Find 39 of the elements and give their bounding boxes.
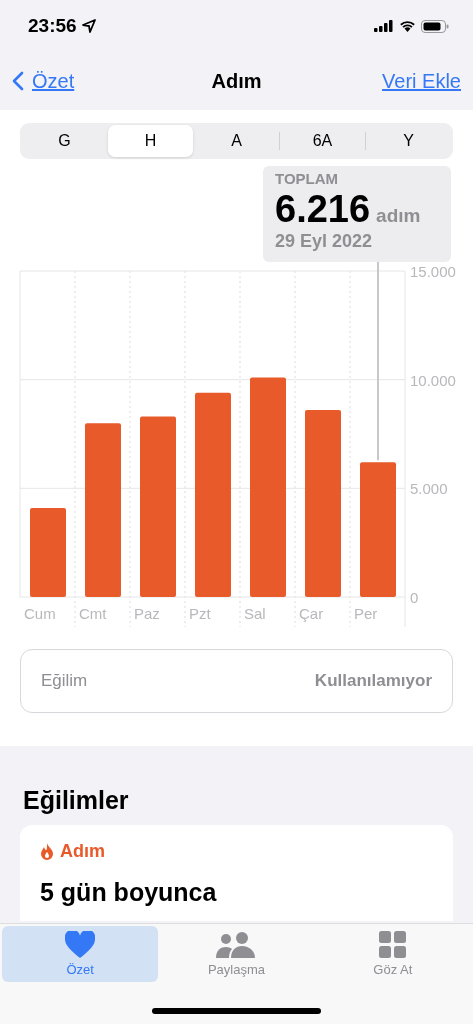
wifi-icon bbox=[399, 20, 416, 32]
y-axis-label: 10.000 bbox=[410, 371, 456, 389]
location-arrow-icon bbox=[81, 19, 96, 33]
x-axis-label: Çar bbox=[299, 605, 324, 622]
flame-icon bbox=[40, 843, 54, 860]
summary-value: 6.216 bbox=[275, 187, 371, 231]
range-tab[interactable]: 6A bbox=[280, 125, 365, 157]
section-heading: Eğilimler bbox=[23, 786, 130, 815]
battery-icon bbox=[421, 19, 449, 33]
x-axis-label: Sal bbox=[244, 605, 266, 622]
x-axis-label: Cmt bbox=[79, 605, 107, 622]
heart-icon bbox=[65, 931, 96, 958]
range-tab[interactable]: G bbox=[22, 125, 107, 157]
signal-icon bbox=[374, 20, 394, 32]
summary-label: TOPLAM bbox=[275, 170, 340, 187]
trend-label: Eğilim bbox=[41, 671, 88, 691]
people-icon bbox=[216, 931, 257, 958]
x-axis-label: Cum bbox=[24, 605, 56, 622]
y-axis-label: 0 bbox=[410, 589, 419, 606]
grid-icon bbox=[379, 931, 407, 958]
range-tab[interactable]: H bbox=[108, 125, 193, 157]
summary-unit: adım bbox=[376, 205, 421, 227]
page-title: Adım bbox=[211, 69, 262, 93]
chevron-left-icon bbox=[12, 71, 24, 91]
x-axis-label: Pzt bbox=[189, 605, 211, 622]
trend-card[interactable]: Adım 5 gün boyunca bbox=[20, 825, 453, 921]
card-category: Adım bbox=[60, 841, 105, 862]
y-axis-label: 5.000 bbox=[410, 480, 448, 498]
trend-value: Kullanılamıyor bbox=[314, 671, 432, 691]
add-data-link[interactable]: Veri Ekle bbox=[382, 69, 461, 93]
status-time: 23:56 bbox=[28, 15, 77, 37]
card-title: 5 gün boyunca bbox=[40, 878, 218, 907]
range-tab[interactable]: Y bbox=[366, 125, 451, 157]
x-axis-label: Paz bbox=[134, 605, 160, 622]
y-axis-label: 15.000 bbox=[410, 263, 456, 280]
summary-date: 29 Eyl 2022 bbox=[275, 231, 374, 252]
x-axis-label: Per bbox=[354, 605, 378, 622]
back-link[interactable]: Özet bbox=[12, 69, 75, 93]
range-tab[interactable]: A bbox=[194, 125, 279, 157]
